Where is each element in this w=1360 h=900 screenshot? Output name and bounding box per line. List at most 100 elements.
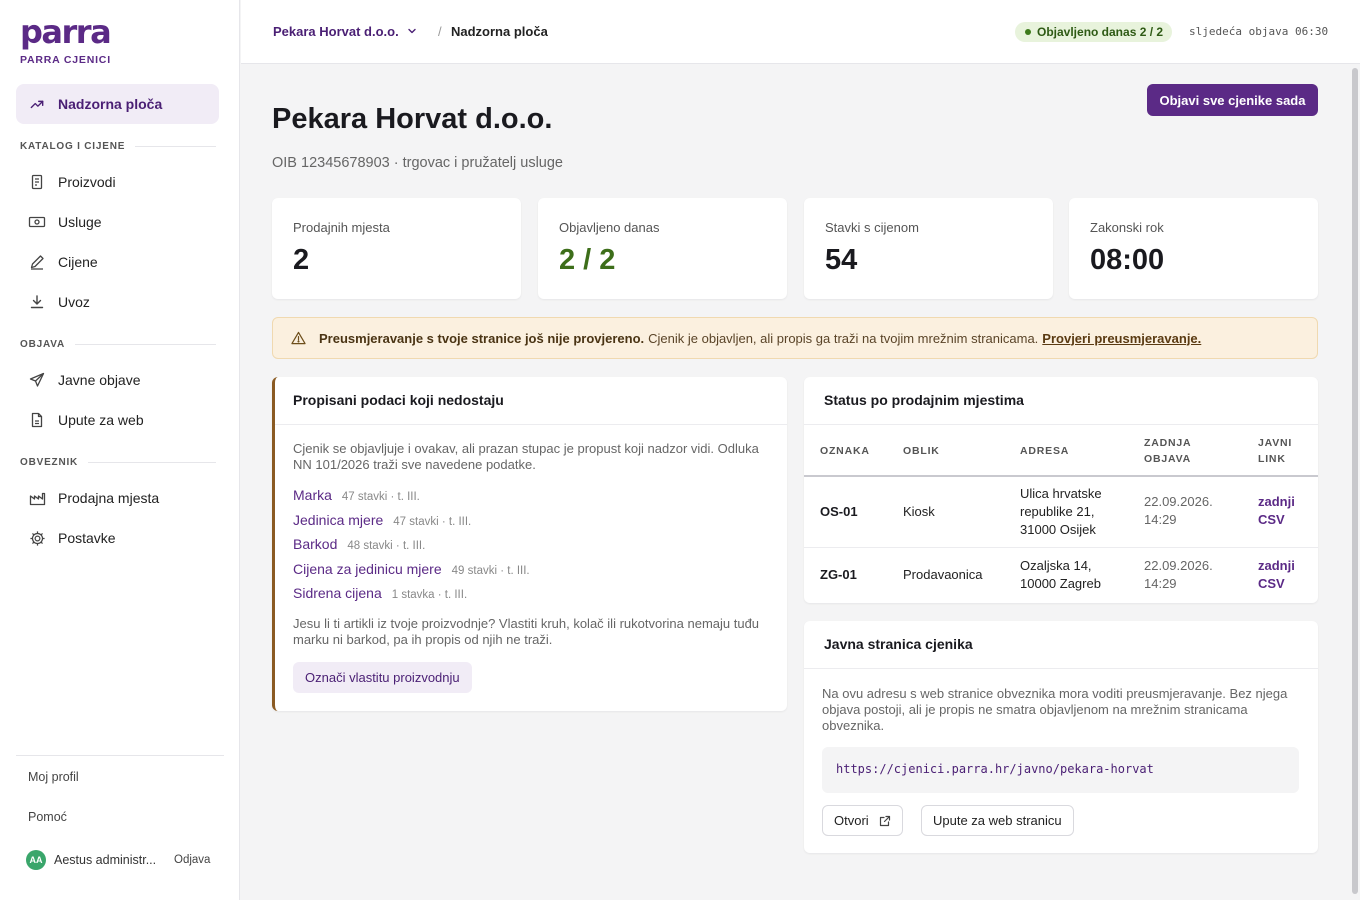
topbar: Pekara Horvat d.o.o. / Nadzorna ploča Ob…: [241, 0, 1360, 64]
sidebar-item-label: Nadzorna ploča: [58, 96, 163, 112]
sidebar-item-nadzorna-ploca[interactable]: Nadzorna ploča: [16, 84, 219, 124]
missing-field-item[interactable]: Cijena za jedinicu mjere 49 stavki · t. …: [293, 561, 530, 577]
own-production-question: Jesu li ti artikli iz tvoje proizvodnje?…: [293, 616, 760, 647]
missing-field-item[interactable]: Sidrena cijena 1 stavka · t. III.: [293, 585, 467, 601]
field-name: Sidrena cijena: [293, 585, 382, 601]
cell-type: Prodavaonica: [903, 567, 983, 582]
cell-address: Ozaljska 14, 10000 Zagreb: [1020, 558, 1101, 591]
sidebar-item-upute-za-web[interactable]: Upute za web: [16, 400, 219, 440]
sidebar-item-cijene[interactable]: Cijene: [16, 242, 219, 282]
sidebar-item-postavke[interactable]: Postavke: [16, 518, 219, 558]
logout-button[interactable]: Odjava: [174, 854, 210, 866]
page-subtitle: OIB 12345678903 · trgovac i pružatelj us…: [272, 155, 563, 171]
cell-type: Kiosk: [903, 504, 935, 519]
field-meta: 47 stavki · t. III.: [393, 516, 472, 528]
external-link-icon: [879, 815, 891, 827]
scrollbar-thumb[interactable]: [1352, 68, 1358, 894]
cell-code: OS-01: [820, 504, 858, 519]
sidebar-item-prodajna-mjesta[interactable]: Prodajna mjesta: [16, 478, 219, 518]
field-name: Marka: [293, 487, 332, 503]
stat-label: Objavljeno danas: [559, 220, 660, 235]
sidebar-item-label: Proizvodi: [58, 174, 116, 190]
public-url[interactable]: https://cjenici.parra.hr/javno/pekara-ho…: [822, 747, 1299, 793]
missing-field-item[interactable]: Marka 47 stavki · t. III.: [293, 487, 420, 503]
nav-section-objava: OBJAVA: [20, 339, 216, 350]
card-title: Javna stranica cjenika: [804, 621, 1318, 669]
table-header-divider: [804, 475, 1318, 477]
verify-redirect-link[interactable]: Provjeri preusmjeravanje.: [1042, 331, 1201, 346]
warning-icon: [291, 331, 306, 345]
brand-logo[interactable]: parra PARRA CJENICI: [20, 13, 112, 66]
card-title: Propisani podaci koji nedostaju: [275, 377, 787, 425]
web-guide-button[interactable]: Upute za web stranicu: [921, 805, 1074, 836]
card-title: Status po prodajnim mjestima: [804, 377, 1318, 425]
sidebar-item-javne-objave[interactable]: Javne objave: [16, 360, 219, 400]
field-meta: 48 stavki · t. III.: [347, 540, 426, 552]
open-button[interactable]: Otvori: [822, 805, 903, 836]
main-scrollbar[interactable]: [1352, 64, 1358, 900]
stat-value: 54: [825, 244, 858, 276]
stat-label: Stavki s cijenom: [825, 220, 919, 235]
stat-value: 2 / 2: [559, 244, 616, 276]
field-name: Barkod: [293, 536, 338, 552]
receipt-icon: [28, 173, 46, 191]
pencil-icon: [28, 253, 46, 271]
sidebar-item-usluge[interactable]: Usluge: [16, 202, 219, 242]
publish-all-button[interactable]: Objavi sve cjenike sada: [1147, 84, 1318, 116]
stat-value: 2: [293, 244, 310, 276]
column-header: JAVNI LINK: [1258, 437, 1293, 465]
open-button-label: Otvori: [834, 813, 869, 828]
trending-up-icon: [28, 95, 46, 113]
column-header: OZNAKA: [820, 445, 870, 457]
sidebar-link-profil[interactable]: Moj profil: [28, 770, 79, 784]
company-name: Pekara Horvat d.o.o.: [273, 24, 399, 39]
sidebar-link-pomoc[interactable]: Pomoć: [28, 810, 67, 824]
gear-icon: [28, 529, 46, 547]
breadcrumb-current: Nadzorna ploča: [451, 24, 548, 39]
field-meta: 49 stavki · t. III.: [451, 565, 530, 577]
column-header: ADRESA: [1020, 445, 1070, 457]
stat-value: 08:00: [1090, 244, 1165, 276]
row-divider: [804, 547, 1318, 548]
status-dot-icon: [1025, 29, 1031, 35]
status-badge: Objavljeno danas 2 / 2: [1015, 22, 1173, 42]
sidebar-item-proizvodi[interactable]: Proizvodi: [16, 162, 219, 202]
mark-own-production-button[interactable]: Označi vlastitu proizvodnju: [293, 662, 472, 693]
column-header: ZADNJA OBJAVA: [1144, 437, 1191, 465]
company-switcher[interactable]: Pekara Horvat d.o.o.: [273, 24, 417, 39]
cell-address: Ulica hrvatske republike 21, 31000 Osije…: [1020, 486, 1102, 537]
public-page-card: Javna stranica cjenika Na ovu adresu s w…: [804, 621, 1318, 853]
sidebar-item-label: Usluge: [58, 214, 102, 230]
cell-code: ZG-01: [820, 567, 857, 582]
send-icon: [28, 371, 46, 389]
sidebar: parra PARRA CJENICI Nadzorna ploča KATAL…: [0, 0, 240, 900]
card-intro: Cjenik se objavljuje i ovakav, ali praza…: [293, 441, 759, 472]
cell-last-publish: 22.09.2026. 14:29: [1144, 558, 1213, 591]
sidebar-item-uvoz[interactable]: Uvoz: [16, 282, 219, 322]
sidebar-item-label: Prodajna mjesta: [58, 490, 160, 506]
stat-card: Prodajnih mjesta 2: [272, 198, 521, 299]
sidebar-item-label: Javne objave: [58, 372, 141, 388]
avatar: AA: [26, 850, 46, 870]
factory-icon: [28, 489, 46, 507]
card-intro: Na ovu adresu s web stranice obveznika m…: [822, 686, 1288, 733]
missing-field-item[interactable]: Barkod 48 stavki · t. III.: [293, 536, 425, 552]
logo-wordmark: parra: [20, 13, 112, 51]
sidebar-item-label: Upute za web: [58, 412, 144, 428]
user-row: AA Aestus administr... Odjava: [26, 850, 226, 870]
missing-field-item[interactable]: Jedinica mjere 47 stavki · t. III.: [293, 512, 471, 528]
sidebar-item-label: Uvoz: [58, 294, 90, 310]
stat-label: Prodajnih mjesta: [293, 220, 390, 235]
cell-public-link[interactable]: zadnji CSV: [1258, 493, 1298, 529]
status-table-card: Status po prodajnim mjestima OZNAKA OBLI…: [804, 377, 1318, 603]
stat-card: Objavljeno danas 2 / 2: [538, 198, 787, 299]
cell-public-link[interactable]: zadnji CSV: [1258, 557, 1298, 593]
redirect-warning-alert: Preusmjeravanje s tvoje stranice još nij…: [272, 317, 1318, 359]
breadcrumb-separator: /: [438, 24, 442, 39]
page-title: Pekara Horvat d.o.o.: [272, 103, 553, 135]
cell-last-publish: 22.09.2026. 14:29: [1144, 494, 1213, 527]
user-name: Aestus administr...: [54, 853, 157, 867]
missing-fields-card: Propisani podaci koji nedostaju Cjenik s…: [272, 377, 787, 711]
sidebar-item-label: Cijene: [58, 254, 98, 270]
stat-card: Zakonski rok 08:00: [1069, 198, 1318, 299]
